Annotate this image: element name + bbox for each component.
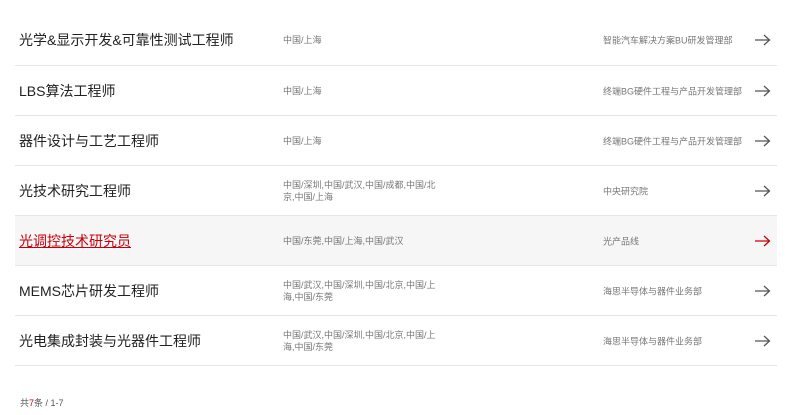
pagination-summary: 共7条 / 1-7 (20, 396, 64, 409)
job-title-link[interactable]: LBS算法工程师 (19, 81, 115, 101)
job-title-link[interactable]: 光调控技术研究员 (19, 231, 131, 251)
arrow-right-icon[interactable] (755, 235, 771, 247)
job-department: 中央研究院 (603, 186, 649, 196)
job-row[interactable]: 光技术研究工程师 中国/深圳,中国/武汉,中国/成都,中国/北京,中国/上海 中… (15, 166, 777, 216)
job-department: 海思半导体与器件业务部 (603, 336, 703, 346)
job-row[interactable]: MEMS芯片研发工程师 中国/武汉,中国/深圳,中国/北京,中国/上海,中国/东… (15, 266, 777, 316)
job-title-link[interactable]: 器件设计与工艺工程师 (19, 131, 159, 151)
job-title-link[interactable]: MEMS芯片研发工程师 (19, 281, 159, 301)
job-row-hovered[interactable]: 光调控技术研究员 中国/东莞,中国/上海,中国/武汉 光产品线 (15, 216, 777, 266)
job-location: 中国/上海 (283, 85, 322, 96)
job-row[interactable]: 光电集成封装与光器件工程师 中国/武汉,中国/深圳,中国/北京,中国/上海,中国… (15, 316, 777, 366)
arrow-right-icon[interactable] (755, 135, 771, 147)
job-title-link[interactable]: 光技术研究工程师 (19, 181, 131, 201)
job-department: 终端BG硬件工程与产品开发管理部 (603, 136, 743, 146)
job-department: 智能汽车解决方案BU研发管理部 (603, 35, 733, 46)
arrow-right-icon[interactable] (755, 285, 771, 297)
job-location: 中国/上海 (283, 35, 322, 45)
arrow-right-icon[interactable] (755, 335, 771, 347)
job-location: 中国/武汉,中国/深圳,中国/北京,中国/上海,中国/东莞 (283, 279, 436, 302)
job-location: 中国/深圳,中国/武汉,中国/成都,中国/北京,中国/上海 (283, 179, 436, 202)
summary-suffix: 条 / 1-7 (34, 398, 64, 408)
job-department: 终端BG硬件工程与产品开发管理部 (603, 86, 743, 96)
job-row[interactable]: LBS算法工程师 中国/上海 终端BG硬件工程与产品开发管理部 (15, 66, 777, 116)
job-row[interactable]: 光学&显示开发&可靠性测试工程师 中国/上海 智能汽车解决方案BU研发管理部 (15, 0, 777, 66)
job-location: 中国/武汉,中国/深圳,中国/北京,中国/上海,中国/东莞 (283, 329, 436, 352)
summary-prefix: 共 (20, 398, 30, 408)
job-department: 光产品线 (603, 236, 640, 246)
job-list: 光学&显示开发&可靠性测试工程师 中国/上海 智能汽车解决方案BU研发管理部 L… (15, 0, 777, 366)
job-row[interactable]: 器件设计与工艺工程师 中国/上海 终端BG硬件工程与产品开发管理部 (15, 116, 777, 166)
job-title-link[interactable]: 光电集成封装与光器件工程师 (19, 331, 201, 351)
job-title-link[interactable]: 光学&显示开发&可靠性测试工程师 (19, 30, 234, 50)
arrow-right-icon[interactable] (755, 185, 771, 197)
job-location: 中国/东莞,中国/上海,中国/武汉 (283, 235, 404, 246)
arrow-right-icon[interactable] (755, 34, 771, 46)
job-location: 中国/上海 (283, 135, 322, 146)
arrow-right-icon[interactable] (755, 85, 771, 97)
job-department: 海思半导体与器件业务部 (603, 286, 703, 296)
